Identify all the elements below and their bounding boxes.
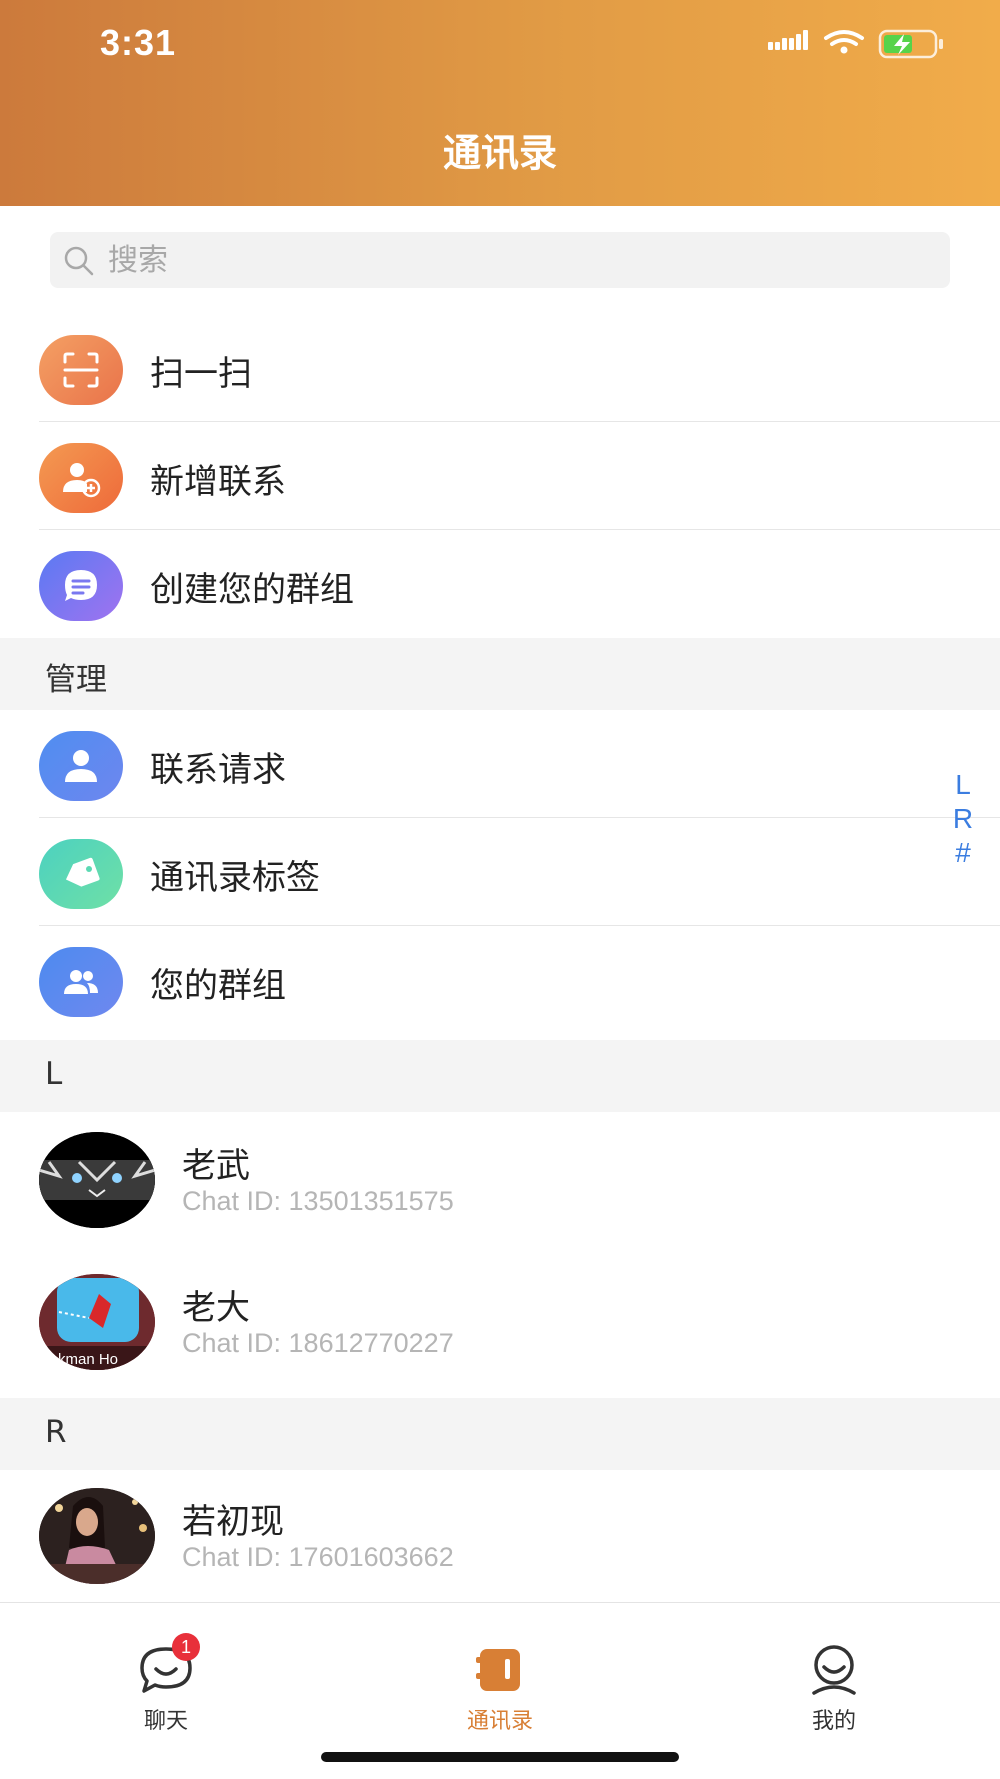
- tab-label: 通讯录: [466, 1709, 533, 1734]
- tag-icon: [39, 839, 123, 909]
- create-group-label: 创建您的群组: [150, 570, 354, 610]
- search-icon: [64, 246, 94, 276]
- your-groups-row[interactable]: 您的群组: [0, 926, 1000, 1034]
- section-header-L: L: [0, 1040, 1000, 1112]
- avatar: tickman Ho: [39, 1274, 155, 1370]
- contact-name: 老大: [182, 1288, 250, 1328]
- scan-label: 扫一扫: [150, 354, 252, 394]
- person-icon: [39, 731, 123, 801]
- avatar: [39, 1132, 155, 1228]
- add-contact-label: 新增联系: [150, 462, 286, 502]
- add-contact-icon: [39, 443, 123, 513]
- contact-name: 若初现: [182, 1502, 284, 1542]
- contact-name: 老武: [182, 1146, 250, 1186]
- index-letter[interactable]: #: [948, 836, 978, 870]
- avatar: [39, 1488, 155, 1584]
- contact-requests-label: 联系请求: [150, 750, 286, 790]
- contact-row[interactable]: 若初现 Chat ID: 17601603662: [0, 1468, 1000, 1610]
- scan-row[interactable]: 扫一扫: [0, 314, 1000, 422]
- status-time: 3:31: [100, 22, 177, 63]
- profile-icon: [812, 1645, 856, 1695]
- unread-badge: 1: [172, 1633, 200, 1661]
- add-contact-row[interactable]: 新增联系: [0, 422, 1000, 530]
- create-group-row[interactable]: 创建您的群组: [0, 530, 1000, 638]
- tab-chat[interactable]: 1 聊天: [66, 1603, 266, 1743]
- create-group-chat-icon: [39, 551, 123, 621]
- tab-label: 聊天: [143, 1709, 188, 1734]
- section-letter: L: [45, 1056, 63, 1092]
- tab-profile[interactable]: 我的: [734, 1603, 934, 1743]
- contact-tags-label: 通讯录标签: [150, 858, 320, 898]
- tab-contacts[interactable]: 通讯录: [400, 1603, 600, 1743]
- scan-icon: [39, 335, 123, 405]
- contact-requests-row[interactable]: 联系请求: [0, 710, 1000, 818]
- section-letter: R: [45, 1414, 67, 1450]
- your-groups-label: 您的群组: [150, 966, 286, 1006]
- section-header-manage: 管理: [0, 638, 1000, 710]
- contacts-book-icon: [476, 1649, 520, 1691]
- contact-chat-id: Chat ID: 13501351575: [182, 1186, 454, 1216]
- contact-row[interactable]: 老武 Chat ID: 13501351575: [0, 1112, 1000, 1254]
- alphabet-index[interactable]: L R #: [948, 768, 978, 870]
- contact-chat-id: Chat ID: 17601603662: [182, 1542, 454, 1572]
- status-icons: [768, 28, 948, 62]
- index-letter[interactable]: R: [948, 802, 978, 836]
- contact-row[interactable]: tickman Ho 老大 Chat ID: 18612770227: [0, 1254, 1000, 1396]
- group-icon: [39, 947, 123, 1017]
- section-header-R: R: [0, 1398, 1000, 1470]
- contact-tags-row[interactable]: 通讯录标签: [0, 818, 1000, 926]
- page-title: 通讯录: [442, 131, 557, 175]
- index-letter[interactable]: L: [948, 768, 978, 802]
- contact-chat-id: Chat ID: 18612770227: [182, 1328, 454, 1358]
- avatar-text: tickman Ho: [43, 1351, 118, 1368]
- tab-label: 我的: [811, 1709, 856, 1734]
- search-input[interactable]: [108, 240, 928, 280]
- home-indicator: [321, 1752, 679, 1762]
- search-bar[interactable]: [50, 232, 950, 288]
- signal-wifi-battery-icon: [768, 29, 943, 59]
- navigation-header: 3:31 通讯录: [0, 0, 1000, 206]
- section-title: 管理: [45, 662, 107, 698]
